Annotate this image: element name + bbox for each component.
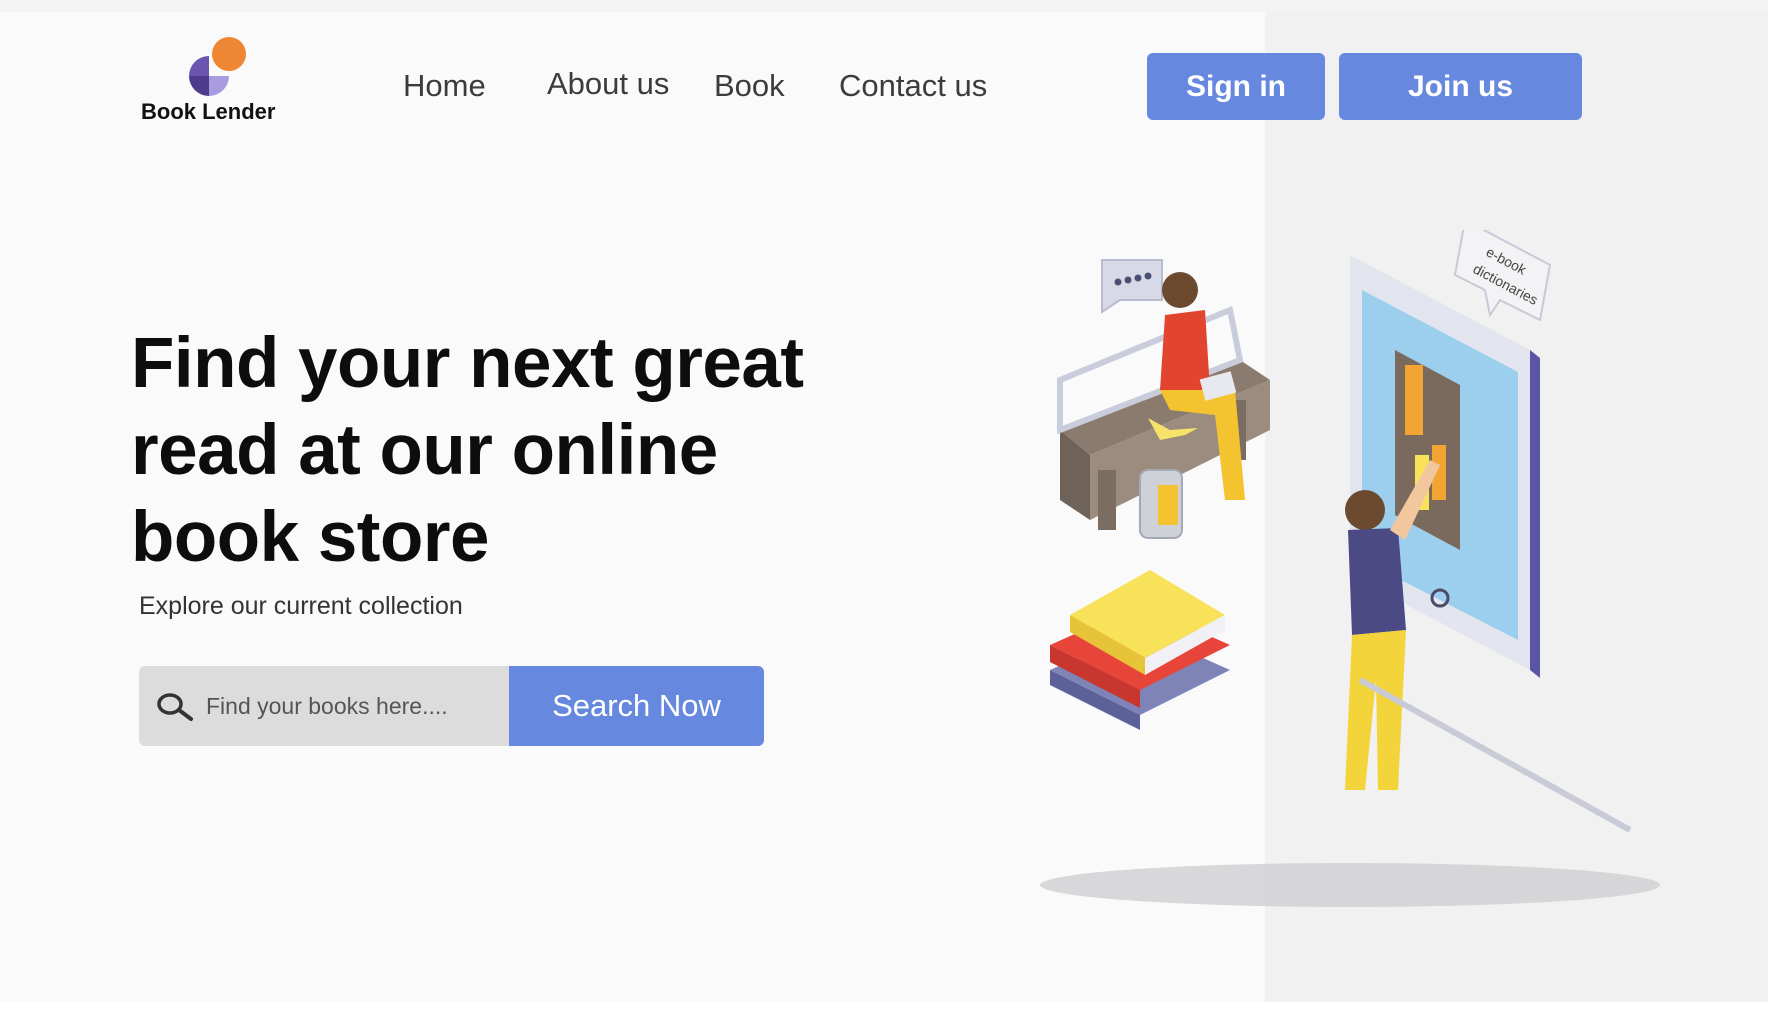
join-us-button[interactable]: Join us (1339, 53, 1582, 120)
reading-illustration: e-book dictionaries (1040, 230, 1660, 907)
search-box[interactable] (139, 666, 509, 746)
backpack (1139, 469, 1183, 539)
hero-headline: Find your next great read at our online … (131, 324, 804, 577)
search-now-button[interactable]: Search Now (509, 666, 764, 746)
nav-about-us[interactable]: About us (547, 66, 669, 102)
nav-contact-us[interactable]: Contact us (839, 68, 987, 104)
brand-name: Book Lender (141, 99, 276, 124)
search-icon (157, 693, 193, 721)
nav-book[interactable]: Book (714, 68, 785, 104)
sign-in-button[interactable]: Sign in (1147, 53, 1325, 120)
nav-home[interactable]: Home (403, 68, 486, 104)
top-strip (0, 0, 1768, 12)
logo-mark-icon (189, 37, 246, 96)
hero-subtitle: Explore our current collection (139, 592, 463, 620)
ebook-badge: e-book dictionaries (1453, 230, 1552, 322)
chat-bubble-icon (1101, 259, 1163, 314)
search-input[interactable] (206, 666, 496, 746)
book-stack (1050, 570, 1230, 730)
brand-logo[interactable]: Book Lender (141, 36, 291, 126)
